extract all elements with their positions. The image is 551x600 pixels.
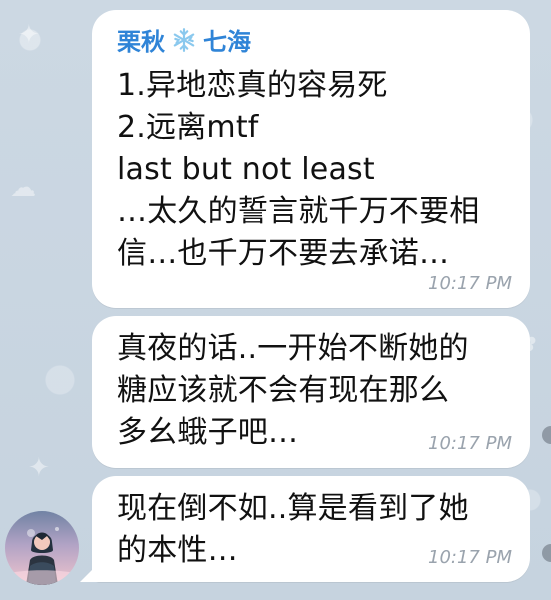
message-time-1: 10:17 PM xyxy=(428,273,512,294)
message-time-3: 10:17 PM xyxy=(428,547,512,568)
message-time-2: 10:17 PM xyxy=(428,433,512,454)
snowflake-icon xyxy=(173,27,195,52)
sender-alias: 七海 xyxy=(203,28,251,56)
avatar-image xyxy=(5,527,79,585)
sender-name: 栗秋 xyxy=(117,28,165,56)
message-sender[interactable]: 栗秋 七海 xyxy=(117,22,251,57)
message-bubble-3[interactable]: 现在倒不如..算是看到了她 的本性… 10:17 PM xyxy=(92,476,530,582)
background-doodle-icon: ✦ xyxy=(18,20,40,50)
background-doodle-icon: ☁ xyxy=(10,173,36,203)
message-text-1: 1.异地恋真的容易死 2.远离mtf last but not least …太… xyxy=(117,68,480,271)
message-bubble-1[interactable]: 栗秋 七海 1.异地恋真的容易死 2.远离mtf last but not le… xyxy=(92,10,530,308)
message-bubble-2[interactable]: 真夜的话..一开始不断她的 糖应该就不会有现在那么 多幺蛾子吧… 10:17 P… xyxy=(92,316,530,468)
profile-avatar[interactable] xyxy=(5,511,79,585)
background-doodle-icon: ✦ xyxy=(28,453,50,483)
